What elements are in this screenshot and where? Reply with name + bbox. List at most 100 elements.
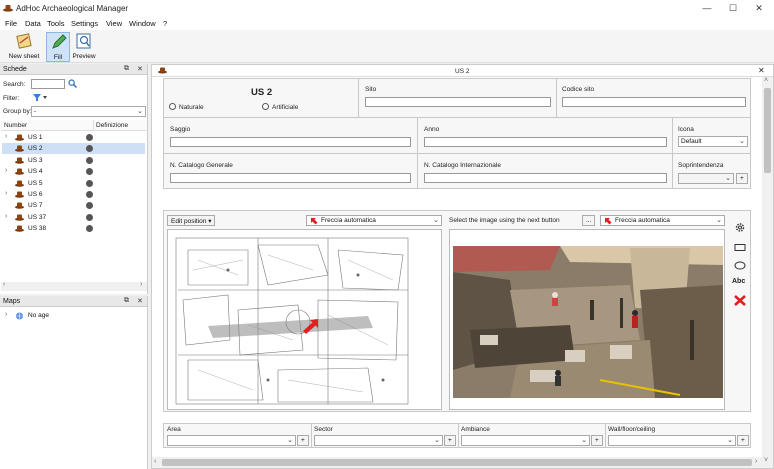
maps-item[interactable]: › No age — [2, 310, 145, 321]
sector-add-button[interactable]: + — [444, 435, 456, 446]
menu-settings[interactable]: Settings — [71, 19, 98, 28]
excavation-photo-drawing — [450, 230, 724, 409]
menu-data[interactable]: Data — [25, 19, 41, 28]
document-header: US 2 ✕ — [152, 65, 773, 77]
sito-input[interactable] — [365, 97, 551, 107]
divider — [358, 79, 359, 117]
radio-naturale[interactable] — [169, 103, 176, 110]
schede-close-icon[interactable]: ✕ — [137, 65, 143, 73]
menu-help[interactable]: ? — [163, 19, 167, 28]
ellipse-tool-icon[interactable] — [733, 259, 747, 272]
us-heading: US 2 — [251, 87, 273, 98]
minimize-button[interactable]: — — [694, 2, 720, 15]
settings-gear-icon[interactable] — [733, 221, 747, 234]
anno-input[interactable] — [424, 137, 667, 147]
menu-window[interactable]: Window — [129, 19, 156, 28]
catalogo-generale-input[interactable] — [170, 173, 411, 183]
us-sheet-icon — [15, 225, 24, 232]
codice-sito-input[interactable] — [562, 97, 746, 107]
freccia-select-right[interactable]: Freccia automatica ⌄ — [600, 215, 725, 226]
tree-item-label: US 6 — [28, 191, 43, 198]
definition-globe-icon — [86, 179, 93, 187]
expand-icon[interactable]: › — [5, 190, 7, 197]
expand-icon[interactable]: › — [5, 213, 7, 220]
chevron-down-icon: ⌄ — [287, 437, 293, 444]
tree-item[interactable]: › US 1 — [2, 132, 145, 143]
saggio-input[interactable] — [170, 137, 411, 147]
column-number[interactable]: Number — [4, 122, 27, 129]
title-bar: AdHoc Archaeological Manager — ☐ ✕ — [0, 0, 774, 17]
divider — [311, 424, 312, 447]
menu-file[interactable]: File — [5, 19, 17, 28]
chevron-down-icon: ⌄ — [725, 175, 731, 182]
toolbar: New sheet Fill Preview — [0, 30, 774, 63]
text-tool-button[interactable]: Abc — [732, 278, 745, 285]
tree-item[interactable]: › US 6 — [2, 189, 145, 200]
expand-icon[interactable]: › — [5, 311, 7, 318]
expand-icon[interactable]: › — [5, 133, 7, 140]
schede-float-icon[interactable]: ⧉ — [124, 65, 129, 73]
new-sheet-button[interactable]: New sheet — [6, 32, 42, 62]
sector-select[interactable]: ⌄ — [314, 435, 443, 446]
document-hscrollbar[interactable]: ‹ › — [152, 457, 762, 468]
menu-tools[interactable]: Tools — [47, 19, 65, 28]
ambiance-select[interactable]: ⌄ — [461, 435, 590, 446]
schede-panel: Schede ⧉ ✕ Search: Filter: Group by: - ⌄ … — [0, 64, 148, 294]
browse-image-button[interactable]: ... — [582, 215, 596, 226]
maps-float-icon[interactable]: ⧉ — [124, 297, 129, 305]
us-sheet-icon — [15, 134, 24, 141]
ambiance-add-button[interactable]: + — [591, 435, 603, 446]
soprintendenza-add-button[interactable]: + — [736, 173, 748, 184]
tree-item-label: US 38 — [28, 225, 47, 233]
catalogo-internazionale-input[interactable] — [424, 173, 667, 183]
search-input[interactable] — [31, 79, 65, 89]
red-arrow-icon — [311, 218, 318, 225]
tree-hscrollbar[interactable]: ‹ › — [1, 281, 147, 291]
position-red-arrow[interactable] — [300, 317, 320, 335]
tree-item[interactable]: US 3 — [2, 155, 145, 166]
close-button[interactable]: ✕ — [746, 2, 772, 15]
radio-artificiale[interactable] — [262, 103, 269, 110]
delete-red-x-icon[interactable] — [733, 294, 747, 307]
fill-button[interactable]: Fill — [46, 32, 70, 62]
tree-item[interactable]: US 38 — [2, 223, 145, 234]
tree-item[interactable]: US 7 — [2, 200, 145, 211]
definition-globe-icon — [86, 134, 93, 141]
wall-floor-ceiling-add-button[interactable]: + — [737, 435, 749, 446]
tree-item[interactable]: US 5 — [2, 178, 145, 189]
tree-item[interactable]: US 2 — [2, 143, 145, 155]
search-icon[interactable] — [68, 79, 77, 88]
red-arrow-icon — [605, 218, 612, 225]
groupby-select[interactable]: - ⌄ — [31, 106, 146, 117]
maps-header: Maps ⧉ ✕ — [0, 296, 147, 307]
freccia-select-left[interactable]: Freccia automatica ⌄ — [306, 215, 442, 226]
tree-item-label: US 4 — [28, 168, 43, 176]
preview-button[interactable]: Preview — [72, 32, 96, 62]
menu-view[interactable]: View — [106, 19, 122, 28]
excavation-photo[interactable] — [449, 229, 725, 410]
wall-floor-ceiling-select[interactable]: ⌄ — [608, 435, 736, 446]
new-sheet-icon — [16, 33, 32, 49]
site-plan-image[interactable] — [167, 229, 442, 410]
document-title: US 2 — [455, 68, 470, 75]
document-close-icon[interactable]: ✕ — [758, 66, 765, 75]
tree-item[interactable]: › US 37 — [2, 212, 145, 223]
soprintendenza-select[interactable]: ⌄ — [678, 173, 734, 184]
document-vscrollbar[interactable]: ˄ ˅ — [762, 77, 773, 468]
rectangle-tool-icon[interactable] — [733, 241, 747, 254]
maps-close-icon[interactable]: ✕ — [137, 297, 143, 305]
expand-icon[interactable]: › — [5, 167, 7, 174]
maximize-button[interactable]: ☐ — [720, 2, 746, 15]
area-add-button[interactable]: + — [297, 435, 309, 446]
tree-item-label: US 5 — [28, 179, 43, 187]
column-definition[interactable]: Definizione — [96, 122, 128, 129]
icona-select[interactable]: Default ⌄ — [678, 136, 748, 147]
tree-item[interactable]: › US 4 — [2, 166, 145, 177]
vscroll-thumb[interactable] — [764, 88, 771, 173]
edit-position-button[interactable]: Edit position ▾ — [167, 215, 216, 226]
us-header-group: US 2 Naturale Artificiale Sito Codice si… — [163, 78, 751, 118]
area-select[interactable]: ⌄ — [167, 435, 296, 446]
hscroll-thumb[interactable] — [162, 459, 752, 466]
filter-dropdown-icon[interactable] — [32, 93, 48, 102]
column-divider — [93, 120, 94, 131]
